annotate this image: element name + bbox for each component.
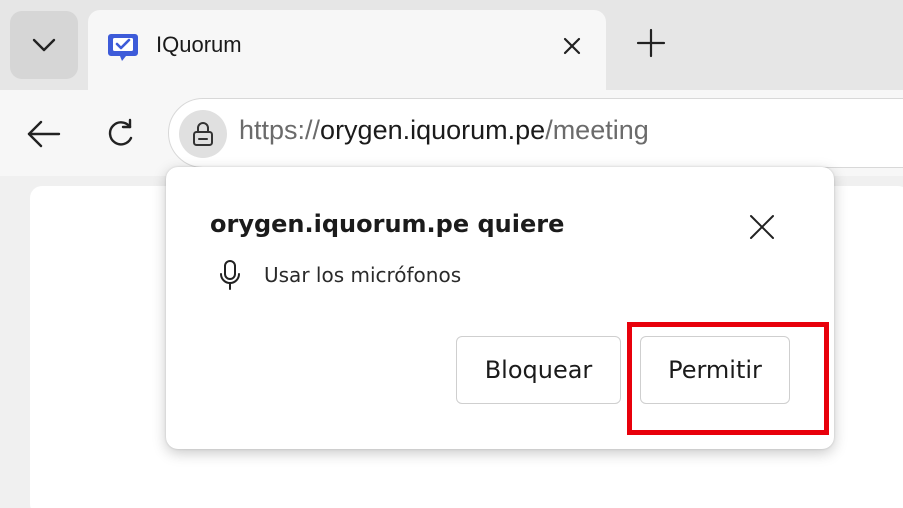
url-text[interactable]: https://orygen.iquorum.pe/meeting: [239, 115, 649, 146]
browser-window: IQuorum https://orygen.iquorum.pe/meetin…: [0, 0, 903, 508]
url-host: orygen.iquorum.pe: [320, 115, 546, 145]
arrow-left-icon: [27, 120, 61, 148]
url-path: /meeting: [545, 115, 649, 145]
microphone-icon: [218, 258, 242, 292]
new-tab-button[interactable]: [628, 20, 674, 66]
chevron-down-icon: [32, 38, 56, 52]
plus-icon: [636, 28, 666, 58]
block-button[interactable]: Bloquear: [456, 336, 621, 404]
close-icon: [750, 215, 774, 239]
permission-row: Usar los micrófonos: [218, 257, 461, 293]
tab-search-button[interactable]: [10, 11, 78, 79]
close-icon: [563, 37, 581, 55]
toolbar: https://orygen.iquorum.pe/meeting: [0, 90, 903, 176]
prompt-title: orygen.iquorum.pe quiere: [210, 210, 565, 238]
back-button[interactable]: [24, 114, 64, 154]
tab-title: IQuorum: [156, 32, 242, 57]
reload-icon: [108, 118, 133, 146]
tab-close-button[interactable]: [558, 32, 586, 60]
iquorum-favicon-icon: [108, 34, 138, 61]
tab-strip: IQuorum: [0, 0, 903, 92]
prompt-close-button[interactable]: [746, 211, 778, 243]
highlight-annotation: [627, 322, 829, 435]
url-scheme: https://: [239, 115, 321, 145]
lock-icon: [193, 122, 213, 146]
tab-iquorum[interactable]: IQuorum: [88, 10, 606, 92]
permission-label: Usar los micrófonos: [264, 263, 462, 287]
reload-button[interactable]: [100, 114, 140, 154]
site-info-button[interactable]: [179, 110, 227, 158]
address-bar[interactable]: https://orygen.iquorum.pe/meeting: [168, 98, 903, 168]
